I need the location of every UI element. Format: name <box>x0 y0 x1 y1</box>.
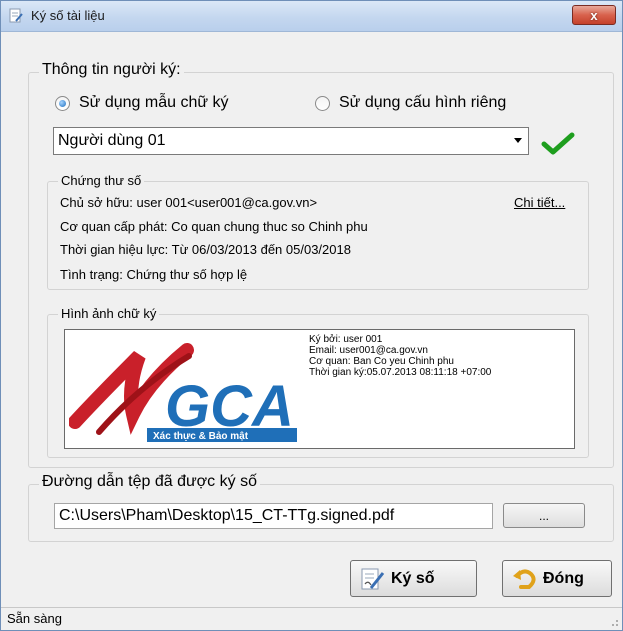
document-sign-icon <box>9 8 23 23</box>
cert-status: Tình trạng: Chứng thư số hợp lệ <box>60 267 248 282</box>
sign-button-label: Ký số <box>391 569 435 587</box>
output-path-legend: Đường dẫn tệp đã được ký số <box>39 473 260 491</box>
sig-signed-by: Ký bởi: user 001 <box>309 334 383 345</box>
output-path-field[interactable]: C:\Users\Pham\Desktop\15_CT-TTg.signed.p… <box>54 503 493 529</box>
signature-details: Ký bởi: user 001 Email: user001@ca.gov.v… <box>309 334 491 378</box>
sign-pen-icon <box>361 568 385 589</box>
signer-info-legend: Thông tin người ký: <box>39 61 184 79</box>
radio-use-custom[interactable]: Sử dụng cấu hình riêng <box>315 94 506 112</box>
radio-template-label: Sử dụng mẫu chữ ký <box>79 94 229 111</box>
title-bar: Ký số tài liệu x <box>1 1 622 32</box>
browse-button[interactable]: ... <box>503 503 585 528</box>
cert-owner: Chủ sở hữu: user 001<user001@ca.gov.vn> <box>60 195 318 210</box>
sign-button[interactable]: Ký số <box>350 560 477 597</box>
status-text: Sẵn sàng <box>7 611 62 626</box>
close-button[interactable]: Đóng <box>502 560 612 597</box>
close-button-label: Đóng <box>543 569 584 587</box>
gca-logo: GCA Xác thực & Bảo mật <box>69 343 297 442</box>
signature-image-legend: Hình ảnh chữ ký <box>58 306 160 321</box>
certificate-legend: Chứng thư số <box>58 173 145 188</box>
radio-template-dot[interactable] <box>55 95 70 111</box>
window-title: Ký số tài liệu <box>31 8 105 23</box>
sig-time: Thời gian ký:05.07.2013 08:11:18 +07:00 <box>309 367 492 378</box>
browse-label: ... <box>538 508 549 523</box>
cert-issuer: Cơ quan cấp phát: Co quan chung thuc so … <box>60 219 368 234</box>
output-path-value: C:\Users\Pham\Desktop\15_CT-TTg.signed.p… <box>59 507 395 524</box>
checkmark-icon <box>541 132 575 155</box>
radio-custom-dot[interactable] <box>315 95 330 111</box>
resize-grip-icon[interactable] <box>609 617 619 627</box>
sig-email: Email: user001@ca.gov.vn <box>309 345 428 356</box>
back-arrow-icon <box>513 568 536 589</box>
sign-document-window: Ký số tài liệu x Thông tin người ký: Sử … <box>0 0 623 631</box>
radio-use-template[interactable]: Sử dụng mẫu chữ ký <box>55 94 229 112</box>
chevron-down-icon[interactable] <box>509 130 526 150</box>
close-icon: x <box>590 7 598 23</box>
cert-validity: Thời gian hiệu lực: Từ 06/03/2013 đến 05… <box>60 242 351 257</box>
cert-details-link[interactable]: Chi tiết... <box>514 195 565 210</box>
logo-tagline: Xác thực & Bảo mật <box>153 431 249 442</box>
status-bar: Sẵn sàng <box>1 607 622 630</box>
user-template-dropdown[interactable]: Người dùng 01 <box>53 127 529 155</box>
sig-agency: Cơ quan: Ban Co yeu Chinh phu <box>309 356 454 367</box>
radio-custom-label: Sử dụng cấu hình riêng <box>339 94 507 111</box>
signature-preview: GCA Xác thực & Bảo mật Ký bởi: user 001 … <box>64 329 575 449</box>
user-template-value: Người dùng 01 <box>58 132 166 149</box>
close-window-button[interactable]: x <box>572 5 616 25</box>
